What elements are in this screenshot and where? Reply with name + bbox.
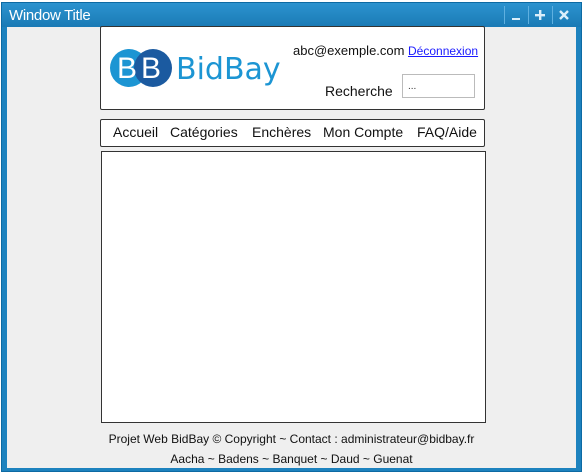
window-client-area: BB BidBay abc@exemple.com Déconnexion Re… [7, 26, 576, 468]
app-window: Window Title BB BidBay abc@exemple.com D… [1, 2, 582, 472]
plus-icon [535, 10, 545, 20]
user-email: abc@exemple.com [293, 43, 405, 58]
title-bar[interactable]: Window Title [2, 3, 581, 27]
footer-authors: Aacha ~ Badens ~ Banquet ~ Daud ~ Guenat [170, 452, 413, 466]
search-input[interactable] [402, 74, 475, 98]
close-icon [559, 10, 569, 20]
window-title: Window Title [9, 7, 91, 24]
main-content-area [101, 151, 486, 423]
nav-item-faq-aide[interactable]: FAQ/Aide [417, 124, 477, 140]
bidbay-logo[interactable]: BB BidBay [108, 46, 288, 90]
minimize-icon [512, 18, 520, 20]
site-header: BB BidBay abc@exemple.com Déconnexion Re… [100, 26, 485, 110]
footer-copyright: Projet Web BidBay © Copyright ~ Contact … [108, 432, 475, 446]
logo-wordmark: BidBay [176, 52, 281, 87]
minimize-button[interactable] [504, 5, 527, 25]
main-nav: Accueil Catégories Enchères Mon Compte F… [100, 119, 485, 147]
maximize-button[interactable] [528, 5, 551, 25]
logout-link[interactable]: Déconnexion [408, 44, 478, 58]
search-label: Recherche [325, 83, 393, 99]
nav-item-mon-compte[interactable]: Mon Compte [323, 124, 403, 140]
nav-item-encheres[interactable]: Enchères [252, 124, 311, 140]
logo-letters: BB [117, 52, 165, 85]
nav-item-accueil[interactable]: Accueil [113, 124, 158, 140]
close-button[interactable] [552, 5, 575, 25]
nav-item-categories[interactable]: Catégories [170, 124, 238, 140]
